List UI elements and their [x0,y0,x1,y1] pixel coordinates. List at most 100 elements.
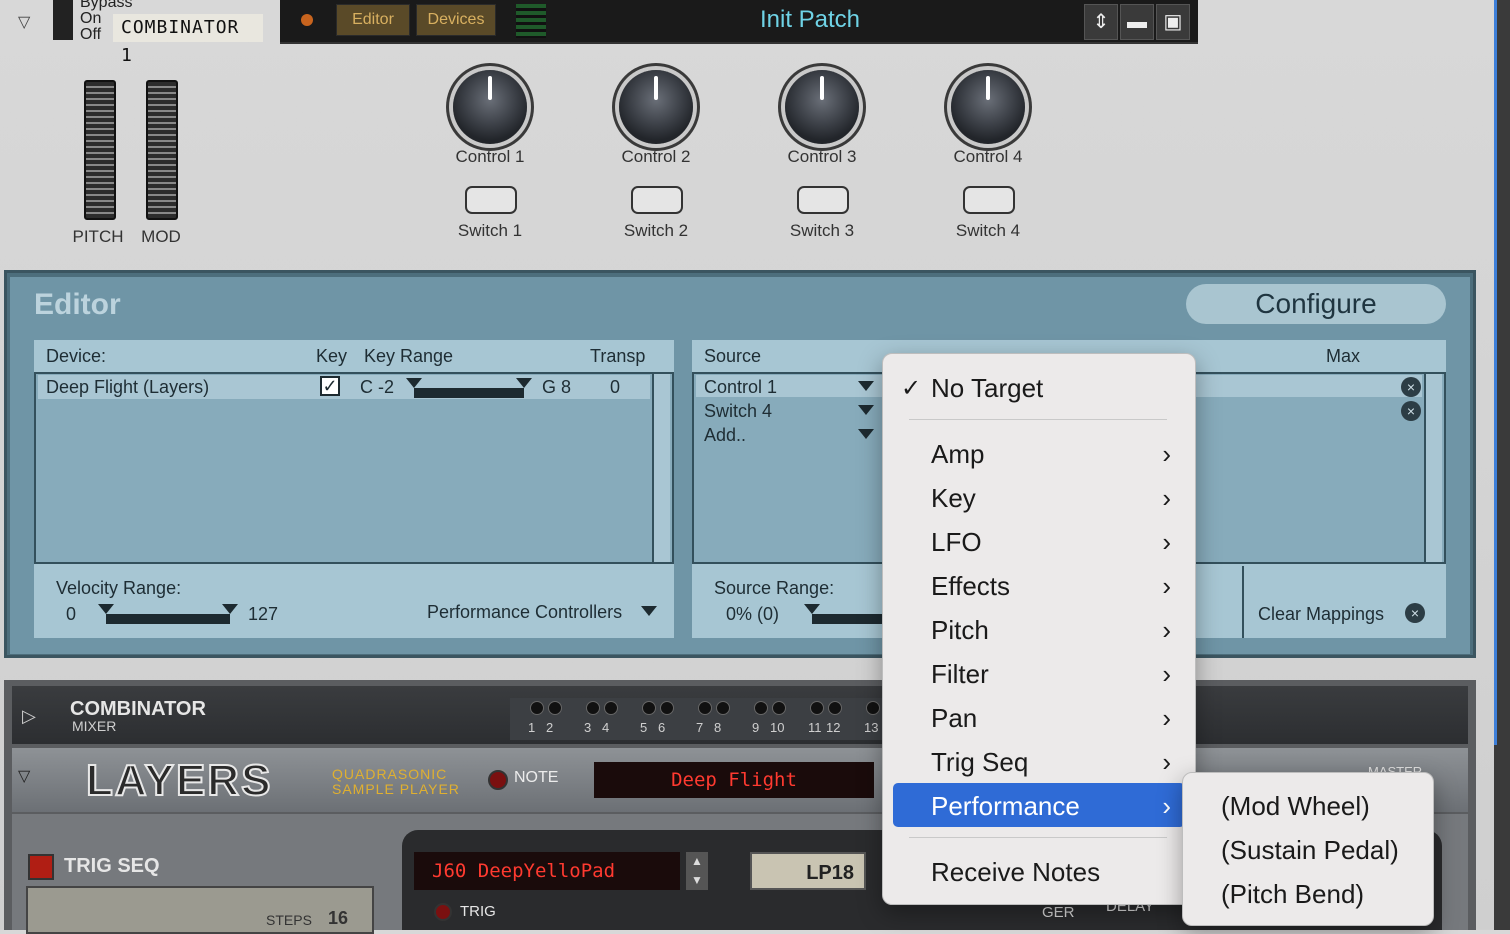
editor-tab[interactable]: Editor [336,4,410,36]
chevron-right-icon: › [1162,747,1171,777]
patch-display: Deep Flight [594,762,874,798]
patch-scroll-icon[interactable]: ▲ ▼ [686,852,708,890]
menu-item-key[interactable]: Key [931,483,976,514]
trig-led-icon [434,903,452,921]
key-checkbox[interactable]: ✓ [320,376,340,396]
panel-divider [1242,566,1244,638]
menu-item-pan[interactable]: Pan [931,703,977,734]
source-2[interactable]: Switch 4 [704,401,772,422]
chevron-right-icon: › [1162,791,1171,821]
menu-item-performance[interactable]: Performance [931,791,1080,822]
clear-mappings-icon[interactable]: × [1405,603,1425,623]
patch-name: Init Patch [759,6,861,33]
chevron-right-icon: › [1162,615,1171,645]
transp-value: 0 [610,377,621,397]
control-2-knob[interactable] [619,70,693,144]
key-range-low-handle[interactable] [406,378,422,388]
mixer-channel-number: 4 [602,720,610,735]
switch-4-button[interactable] [963,186,1015,214]
switch-3-button[interactable] [797,186,849,214]
checkmark-icon: ✓ [322,376,338,396]
velocity-high-handle[interactable] [222,604,238,614]
filter-type-display[interactable]: LP18 [750,852,866,890]
sequencer-patch-display: J60 DeepYelloPad [414,852,680,890]
control-1-knob[interactable] [453,70,527,144]
mixer-channel-number: 2 [546,720,554,735]
mixer-channel-led-icon [548,701,562,715]
trig-seq-power-icon[interactable] [28,854,54,880]
note-led-icon [488,770,508,790]
menu-item-no-target[interactable]: No Target [931,373,1043,404]
mod-wheel[interactable] [146,80,178,220]
switch-1-label: Switch 1 [457,221,523,240]
mixer-channel-led-icon [586,701,600,715]
collapse-toggle-icon[interactable]: ▽ [18,12,30,32]
steps-label: STEPS [266,912,312,928]
control-4-knob[interactable] [951,70,1025,144]
source-range-slider[interactable] [812,614,884,624]
menu-item-filter[interactable]: Filter [931,659,989,690]
menu-item-lfo[interactable]: LFO [931,527,982,558]
submenu-item-sustain-pedal[interactable]: (Sustain Pedal) [1221,835,1399,866]
configure-button[interactable]: Configure [1186,284,1446,324]
source-add[interactable]: Add.. [704,425,746,446]
mixer-channel-number: 6 [658,720,666,735]
key-range-high-handle[interactable] [516,378,532,388]
menu-item-amp[interactable]: Amp [931,439,984,470]
device-name: Deep Flight (Layers) [46,377,210,397]
mixer-channel-led-icon [698,701,712,715]
meter-icon [516,4,546,38]
switch-2-button[interactable] [631,186,683,214]
pitch-wheel[interactable] [84,80,116,220]
key-range-high: G 8 [542,377,572,397]
menu-item-receive-notes[interactable]: Receive Notes [931,857,1100,888]
device-name-label[interactable]: COMBINATOR 1 [113,14,263,66]
velocity-high: 127 [248,604,279,624]
velocity-low-handle[interactable] [98,604,114,614]
chevron-down-icon [641,606,657,616]
transp-header: Transp [590,346,646,366]
submenu-item-mod-wheel[interactable]: (Mod Wheel) [1221,791,1370,822]
patch-browse-arrows-icon[interactable]: ⇕ [1084,4,1118,40]
expand-mixer-icon[interactable]: ▷ [22,706,36,727]
devices-tab[interactable]: Devices [416,4,496,36]
source-range-handle[interactable] [804,604,820,614]
mixer-channel-led-icon [866,701,880,715]
modulation-list-scrollbar[interactable] [1424,374,1442,562]
velocity-slider[interactable] [106,614,230,624]
velocity-range-label: Velocity Range: [56,578,182,598]
key-range-slider[interactable] [414,388,524,398]
note-label: NOTE [514,769,559,786]
source-1[interactable]: Control 1 [704,377,777,398]
ger-label: GER [1042,904,1075,921]
source-2-chevron-icon [858,405,874,415]
bypass-switch[interactable] [53,0,73,40]
mixer-channel-number: 3 [584,720,592,735]
switch-1-button[interactable] [465,186,517,214]
filter-type-label: LP18 [806,862,854,884]
chevron-right-icon: › [1162,703,1171,733]
source-range-value: 0% (0) [726,604,780,624]
menu-item-pitch[interactable]: Pitch [931,615,989,646]
chevron-right-icon: › [1162,659,1171,689]
control-2-label: Control 2 [621,147,691,166]
menu-item-trig-seq[interactable]: Trig Seq [931,747,1028,778]
checkmark-icon: ✓ [901,375,922,402]
control-3-knob[interactable] [785,70,859,144]
velocity-low: 0 [66,604,77,624]
layers-logo: LAYERS [85,755,273,806]
layers-subtitle-1: QUADRASONIC [332,766,448,782]
collapse-layers-icon[interactable]: ▽ [18,766,30,786]
folder-icon[interactable]: ▬ [1120,4,1154,40]
submenu-item-pitch-bend[interactable]: (Pitch Bend) [1221,879,1364,910]
save-icon[interactable]: ▣ [1156,4,1190,40]
control-1-label: Control 1 [455,147,525,166]
mixer-channel-led-icon [810,701,824,715]
remove-row-2-icon[interactable]: × [1401,401,1421,421]
remove-row-1-icon[interactable]: × [1401,377,1421,397]
performance-controllers-dropdown[interactable]: Performance Controllers [427,602,622,623]
device-list-scrollbar[interactable] [652,374,670,562]
trig-seq-label: TRIG SEQ [64,855,160,877]
clear-mappings-button[interactable]: Clear Mappings [1258,604,1384,625]
menu-item-effects[interactable]: Effects [931,571,1010,602]
